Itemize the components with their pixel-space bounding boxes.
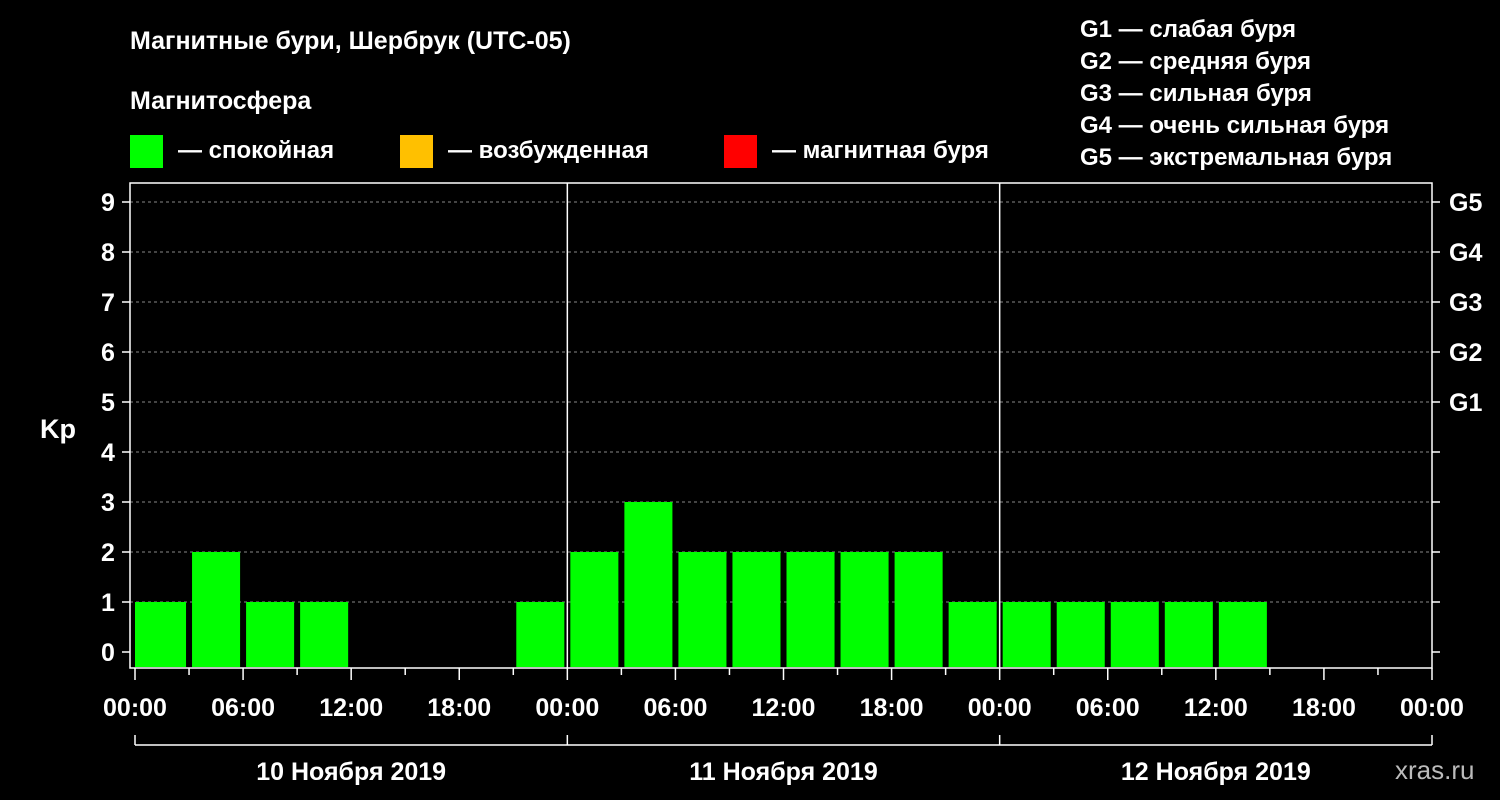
kp-bar [840,552,889,667]
legend-swatch-unsettled [400,135,433,168]
kp-bar [732,552,781,667]
g-scale-label: G2 [1449,339,1482,367]
x-tick-label: 18:00 [860,694,924,722]
x-tick-label: 12:00 [752,694,816,722]
legend-label-unsettled: — возбужденная [448,137,649,164]
x-tick-label: 00:00 [103,694,167,722]
kp-bar [678,552,727,667]
x-tick-label: 00:00 [968,694,1032,722]
kp-bar [1164,602,1213,667]
g-scale-label: G3 [1449,289,1482,317]
x-tick-label: 00:00 [535,694,599,722]
kp-bar [624,502,673,667]
kp-bar [246,602,295,667]
kp-bar [786,552,835,667]
magnetosphere-label: Магнитосфера [130,87,312,115]
x-tick-label: 06:00 [211,694,275,722]
y-tick-label: 3 [101,489,115,517]
kp-bar [192,552,241,667]
legend-swatch-quiet [130,135,163,168]
y-tick-label: 5 [101,389,115,417]
storm-scale-list: G1 — слабая буря G2 — средняя буря G3 — … [1080,16,1392,171]
legend-label-quiet: — спокойная [178,137,334,164]
x-axis: 00:00 06:00 12:00 18:00 00:00 06:00 12:00 18:00… [103,668,1464,722]
storm-scale-g5: G5 — экстремальная буря [1080,144,1392,171]
plot-frame [129,182,1433,669]
y-tick-label: 8 [101,239,115,267]
kp-bar [1002,602,1051,667]
x-tick-label: 12:00 [1184,694,1248,722]
y-tick-label: 0 [101,639,115,667]
x-tick-label: 06:00 [1076,694,1140,722]
day-axis: 10 Ноября 2019 11 Ноября 2019 12 Ноября 20… [134,735,1433,786]
bars [135,502,1267,667]
kp-bar [1110,602,1159,667]
kp-bar [300,602,349,667]
g-scale-label: G4 [1449,239,1482,267]
kp-bar [570,552,619,667]
y-axis: 0 1 2 3 4 5 6 7 8 9 [101,189,130,667]
x-tick-label: 18:00 [427,694,491,722]
y-tick-label: 1 [101,589,115,617]
x-tick-label: 06:00 [643,694,707,722]
right-axis: G1 G2 G3 G4 G5 [1432,189,1482,653]
x-tick-label: 18:00 [1292,694,1356,722]
legend: — спокойная — возбужденная — магнитная б… [130,135,989,168]
y-tick-label: 4 [101,439,115,467]
watermark: xras.ru [1395,755,1474,785]
kp-bar [948,602,997,667]
storm-scale-g4: G4 — очень сильная буря [1080,112,1389,139]
plot-border [129,182,1433,669]
chart-title: Магнитные бури, Шербрук (UTC-05) [130,27,571,55]
grid-lines [130,201,1432,603]
day-label: 10 Ноября 2019 [256,758,446,786]
legend-label-storm: — магнитная буря [772,137,989,164]
storm-scale-g3: G3 — сильная буря [1080,80,1312,107]
x-tick-label: 00:00 [1400,694,1464,722]
kp-bar [516,602,565,667]
y-tick-label: 6 [101,339,115,367]
legend-swatch-storm [724,135,757,168]
y-axis-label: Kp [40,414,76,444]
kp-bar [1218,602,1267,667]
y-tick-label: 9 [101,189,115,217]
kp-bar [894,552,943,667]
kp-bar [135,602,187,667]
day-label: 11 Ноября 2019 [689,758,878,786]
x-tick-label: 12:00 [319,694,383,722]
storm-scale-g1: G1 — слабая буря [1080,16,1296,43]
y-tick-label: 7 [101,289,115,317]
g-scale-label: G5 [1449,189,1482,217]
kp-chart: Магнитные бури, Шербрук (UTC-05) Магнито… [40,16,1482,786]
storm-scale-g2: G2 — средняя буря [1080,48,1311,75]
day-label: 12 Ноября 2019 [1121,758,1311,786]
y-tick-label: 2 [101,539,115,567]
kp-bar [1056,602,1105,667]
g-scale-label: G1 [1449,389,1482,417]
